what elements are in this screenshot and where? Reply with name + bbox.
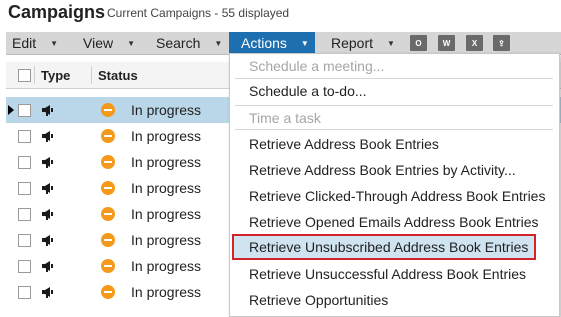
status-in-progress-icon (101, 259, 115, 273)
menu-actions-label: Actions (241, 35, 287, 51)
campaign-type-icon (42, 131, 53, 142)
status-text: In progress (131, 206, 202, 222)
chevron-down-icon: ▼ (127, 38, 136, 48)
status-text: In progress (131, 258, 202, 274)
row-checkbox[interactable] (18, 104, 31, 117)
export-icon[interactable]: ⇪ (493, 35, 510, 51)
row-checkbox[interactable] (18, 234, 31, 247)
status-in-progress-icon (101, 103, 115, 117)
menu-divider (235, 105, 553, 106)
word-icon[interactable]: W (438, 35, 455, 51)
status-in-progress-icon (101, 155, 115, 169)
page-subtitle: Current Campaigns - 55 displayed (107, 6, 290, 20)
campaign-type-icon (42, 287, 53, 298)
status-text: In progress (131, 102, 202, 118)
menu-report[interactable]: Report ▼ (331, 32, 395, 54)
status-in-progress-icon (101, 207, 115, 221)
menu-item-time-task[interactable]: Time a task (249, 110, 321, 126)
menu-item-retrieve-entries[interactable]: Retrieve Address Book Entries (249, 136, 439, 152)
chevron-down-icon: ▼ (387, 38, 395, 48)
menu-item-retrieve-unsubscribed[interactable]: Retrieve Unsubscribed Address Book Entri… (249, 239, 528, 255)
row-checkbox[interactable] (18, 156, 31, 169)
campaign-type-icon (42, 235, 53, 246)
menu-item-retrieve-clicked[interactable]: Retrieve Clicked-Through Address Book En… (249, 188, 545, 204)
menu-item-retrieve-by-activity[interactable]: Retrieve Address Book Entries by Activit… (249, 162, 516, 178)
page-title: Campaigns (8, 2, 106, 22)
column-header-status[interactable]: Status (98, 68, 138, 83)
menu-edit-label: Edit (12, 35, 37, 51)
menu-search[interactable]: Search ▼ (156, 32, 222, 54)
menu-search-label: Search (156, 35, 201, 51)
menu-report-label: Report (331, 35, 374, 51)
row-checkbox[interactable] (18, 286, 31, 299)
menu-view-label: View (83, 35, 114, 51)
menu-item-retrieve-opened[interactable]: Retrieve Opened Emails Address Book Entr… (249, 214, 538, 230)
status-text: In progress (131, 284, 202, 300)
menu-actions[interactable]: Actions ▼ (229, 32, 315, 54)
menu-item-retrieve-opportunities[interactable]: Retrieve Opportunities (249, 292, 388, 308)
menu-item-schedule-todo[interactable]: Schedule a to-do... (249, 83, 367, 99)
actions-dropdown: Schedule a meeting... Schedule a to-do..… (229, 53, 560, 317)
status-text: In progress (131, 232, 202, 248)
column-divider (34, 66, 35, 84)
status-in-progress-icon (101, 285, 115, 299)
menu-item-schedule-meeting[interactable]: Schedule a meeting... (249, 58, 384, 74)
column-divider (91, 66, 92, 84)
campaign-type-icon (42, 183, 53, 194)
row-pointer-icon (8, 105, 14, 115)
status-text: In progress (131, 180, 202, 196)
menu-item-retrieve-unsuccessful[interactable]: Retrieve Unsuccessful Address Book Entri… (249, 266, 526, 282)
chevron-down-icon: ▼ (300, 38, 309, 48)
chevron-down-icon: ▼ (214, 38, 223, 48)
status-text: In progress (131, 154, 202, 170)
status-in-progress-icon (101, 129, 115, 143)
campaign-type-icon (42, 105, 53, 116)
title-bar: Campaigns Current Campaigns - 55 display… (0, 0, 561, 30)
campaign-type-icon (42, 261, 53, 272)
select-all-checkbox[interactable] (18, 69, 31, 82)
campaign-type-icon (42, 209, 53, 220)
row-checkbox[interactable] (18, 130, 31, 143)
menu-divider (235, 78, 553, 79)
status-in-progress-icon (101, 181, 115, 195)
column-header-type[interactable]: Type (41, 68, 70, 83)
status-in-progress-icon (101, 233, 115, 247)
menubar: Edit ▼ View ▼ Search ▼ Actions ▼ Report … (6, 32, 561, 55)
menu-edit[interactable]: Edit ▼ (12, 32, 58, 54)
campaign-type-icon (42, 157, 53, 168)
outlook-icon[interactable]: O (410, 35, 427, 51)
excel-icon[interactable]: X (466, 35, 483, 51)
status-text: In progress (131, 128, 202, 144)
menu-divider (235, 129, 553, 130)
menu-view[interactable]: View ▼ (83, 32, 135, 54)
row-checkbox[interactable] (18, 182, 31, 195)
row-checkbox[interactable] (18, 208, 31, 221)
chevron-down-icon: ▼ (50, 38, 59, 48)
row-checkbox[interactable] (18, 260, 31, 273)
